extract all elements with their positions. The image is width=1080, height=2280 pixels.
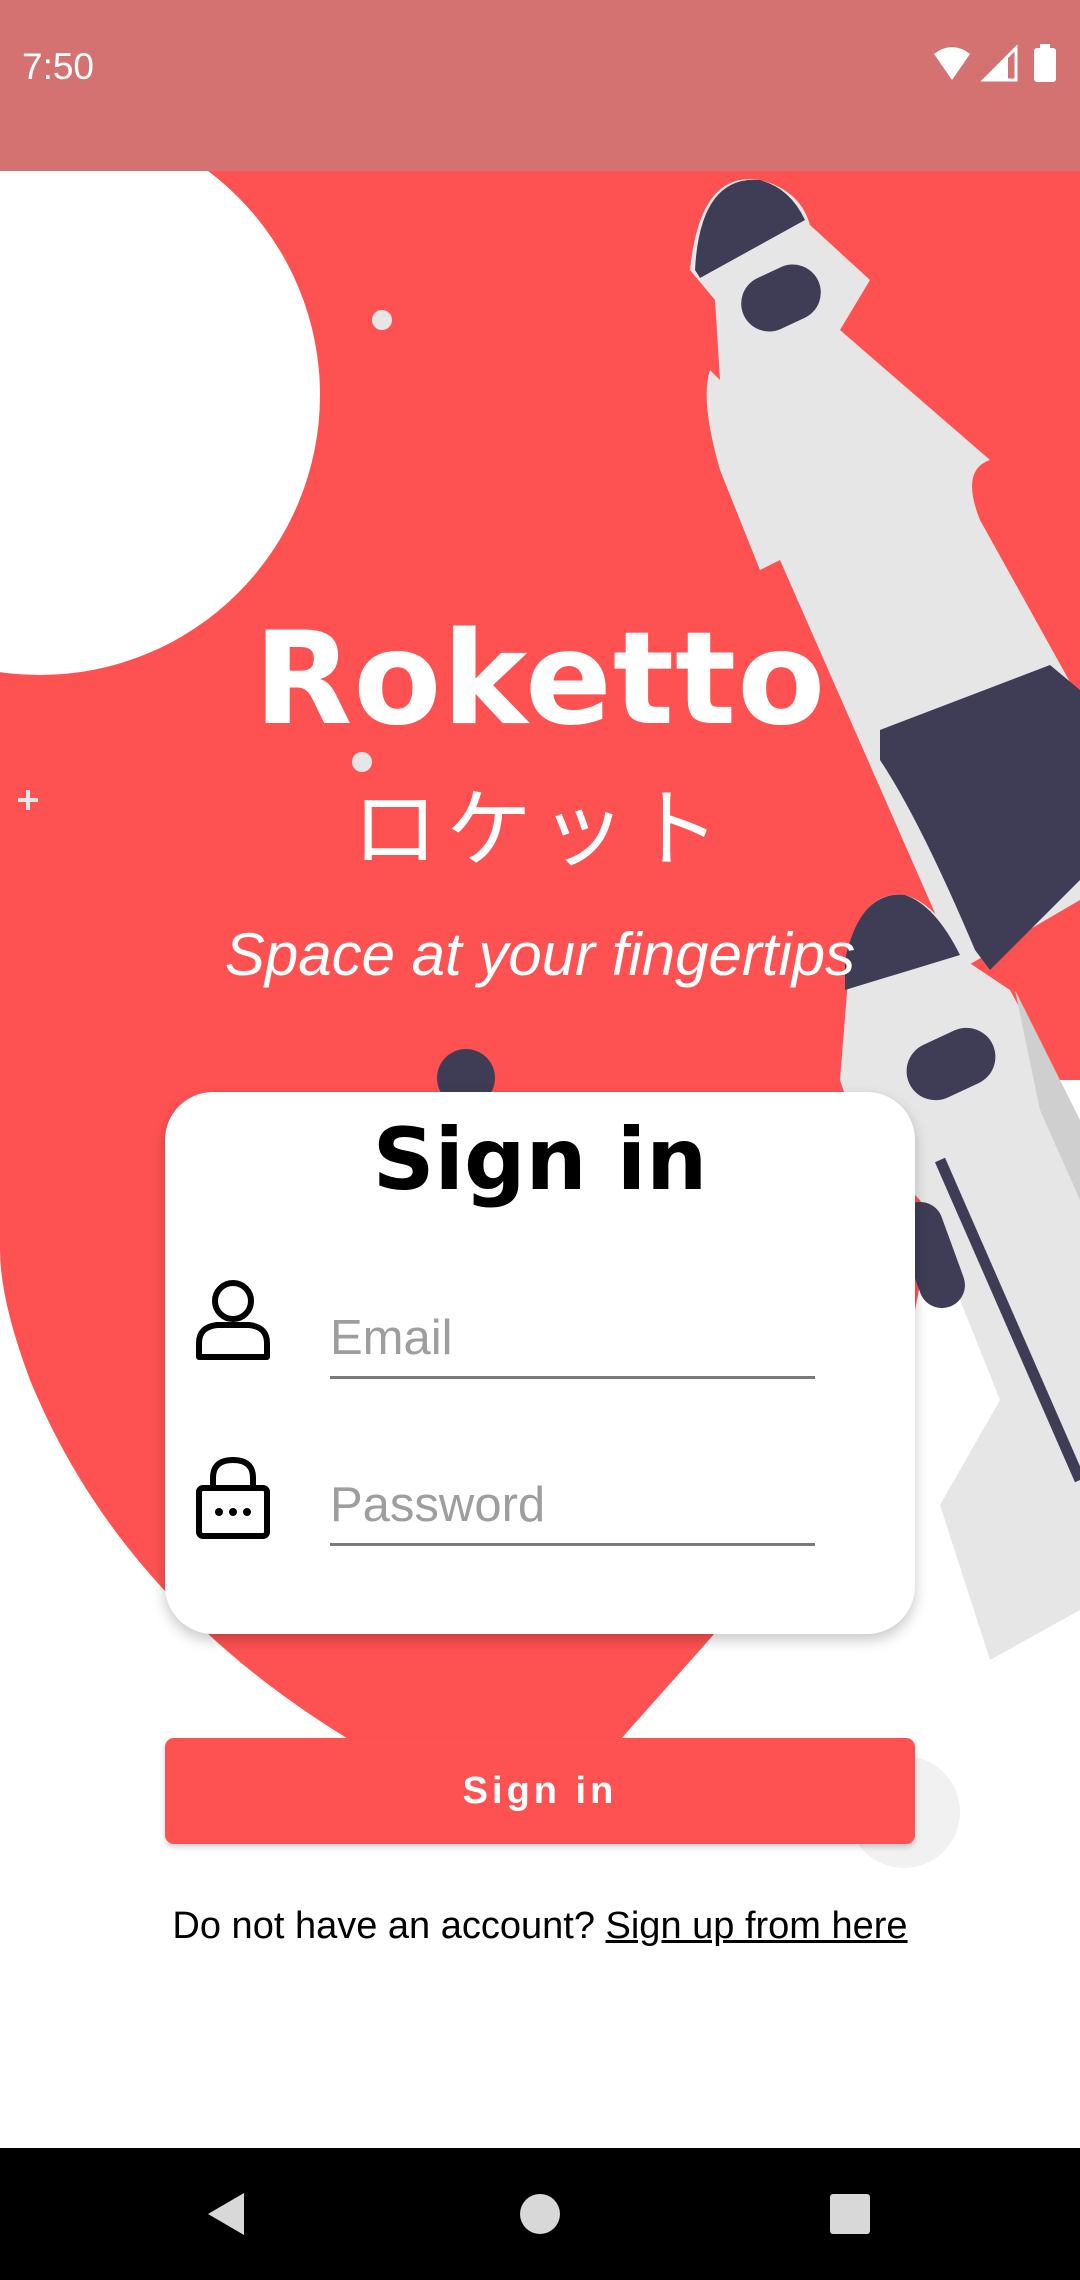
status-icons bbox=[934, 44, 1056, 82]
sign-up-link[interactable]: Sign up from here bbox=[606, 1905, 908, 1947]
email-input[interactable] bbox=[330, 1302, 815, 1374]
app-subtitle-japanese: ロケット bbox=[352, 780, 728, 880]
battery-icon bbox=[1034, 44, 1056, 82]
home-icon bbox=[520, 2194, 560, 2234]
sign-in-button[interactable]: Sign in bbox=[165, 1738, 915, 1844]
email-field[interactable] bbox=[330, 1302, 815, 1379]
back-icon bbox=[208, 2193, 244, 2235]
star-dot bbox=[372, 310, 392, 330]
status-time: 7:50 bbox=[22, 46, 95, 87]
app-title: Roketto bbox=[253, 605, 827, 754]
sign-in-card: Sign in bbox=[165, 1092, 915, 1634]
sign-in-screen: 7:50 Roketto ロケット Space at your fingerti… bbox=[0, 0, 1080, 2280]
password-field[interactable] bbox=[330, 1469, 815, 1546]
cell-signal-icon bbox=[980, 44, 1018, 82]
recents-button[interactable] bbox=[785, 2148, 915, 2280]
star-dot bbox=[352, 752, 372, 772]
lock-icon bbox=[196, 1456, 270, 1539]
password-input[interactable] bbox=[330, 1469, 815, 1541]
user-icon bbox=[196, 1280, 270, 1360]
system-nav-bar bbox=[0, 2148, 1080, 2280]
back-button[interactable] bbox=[160, 2148, 290, 2280]
card-title: Sign in bbox=[372, 1110, 708, 1210]
app-tagline: Space at your fingertips bbox=[224, 921, 856, 988]
signup-prompt-text: Do not have an account? bbox=[172, 1905, 595, 1947]
status-bar: 7:50 bbox=[0, 0, 1080, 171]
signup-prompt-line: Do not have an account? Sign up from her… bbox=[0, 1905, 1080, 1948]
wifi-icon bbox=[934, 47, 970, 80]
home-button[interactable] bbox=[475, 2148, 605, 2280]
recents-icon bbox=[830, 2194, 870, 2234]
